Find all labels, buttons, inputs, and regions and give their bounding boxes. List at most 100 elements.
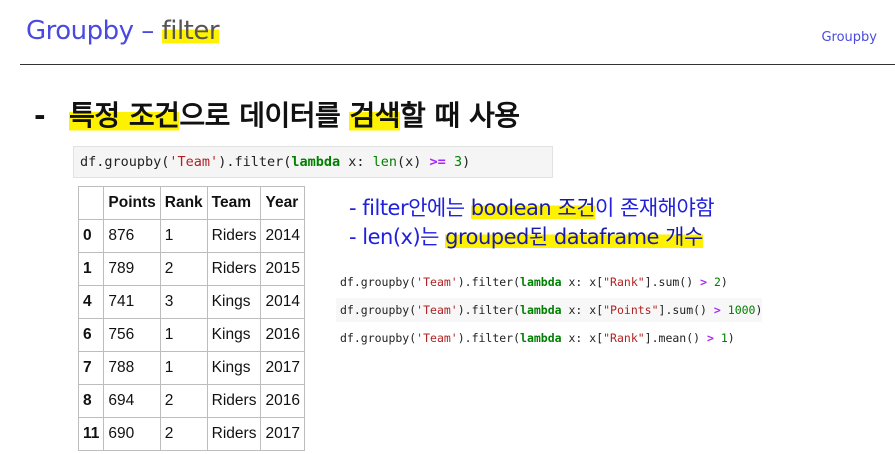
table-header-row: Points Rank Team Year [77, 186, 305, 220]
title-highlight: filter [161, 16, 220, 46]
table-cell: Riders [206, 219, 262, 253]
code-number: 3 [453, 154, 463, 170]
note-text: - len(x)는 [349, 225, 446, 249]
bullet-highlight-2: 검색 [349, 99, 401, 132]
row-index: 6 [77, 318, 105, 352]
note-text: 이 존재해야함 [595, 196, 715, 220]
code-string: "Rank" [603, 275, 645, 289]
code-token: ].sum() [658, 303, 714, 317]
code-token: x: x[ [561, 331, 604, 345]
table-cell: 2014 [260, 219, 305, 253]
code-builtin: len [372, 154, 398, 170]
table-cell: 1 [159, 351, 208, 385]
table-cell: 788 [103, 351, 161, 385]
table-row: 7 788 1 Kings 2017 [77, 351, 305, 385]
code-string: 'Team' [416, 303, 458, 317]
note-highlight: grouped된 dataframe 개수 [445, 225, 703, 249]
bullet-highlight-1: 특정 조건 [69, 99, 180, 132]
table-cell: 2014 [260, 285, 305, 319]
code-string: "Rank" [603, 331, 645, 345]
table-row: 11 690 2 Riders 2017 [77, 417, 305, 451]
code-token: ) [727, 331, 735, 345]
code-token: ).filter( [457, 303, 521, 317]
code-keyword: lambda [520, 331, 562, 345]
code-token: ).filter( [218, 154, 292, 170]
column-header: Points [103, 186, 161, 220]
code-token: ) [720, 275, 728, 289]
row-index: 1 [77, 252, 105, 286]
code-keyword: lambda [520, 303, 562, 317]
row-index: 0 [77, 219, 105, 253]
row-index: 7 [77, 351, 105, 385]
note-line-1: - filter안에는 boolean 조건이 존재해야함 [349, 194, 715, 223]
table-row: 8 694 2 Riders 2016 [77, 384, 305, 418]
table-cell: 2 [159, 417, 208, 451]
code-token: x: [340, 154, 373, 170]
table-cell: 741 [103, 285, 161, 319]
table-cell: 2017 [260, 417, 305, 451]
table-row: 0 876 1 Riders 2014 [77, 219, 305, 253]
code-token: x: x[ [561, 275, 604, 289]
code-token: df.groupby( [340, 275, 417, 289]
title-prefix: Groupby – [26, 16, 162, 46]
code-operator: > [700, 275, 707, 289]
bullet-text-2: 할 때 사용 [400, 99, 520, 132]
code-keyword: lambda [520, 275, 562, 289]
header-divider [20, 64, 895, 65]
row-index: 8 [77, 384, 105, 418]
note-text: - filter안에는 [349, 196, 471, 220]
code-operator: >= [429, 154, 446, 170]
code-string: "Points" [603, 303, 659, 317]
table-cell: 2016 [260, 384, 305, 418]
main-bullet: - 특정 조건으로 데이터를 검색할 때 사용 [34, 94, 520, 134]
table-cell: Kings [206, 285, 262, 319]
table-cell: 1 [159, 318, 208, 352]
table-cell: Riders [206, 252, 262, 286]
table-cell: 876 [103, 219, 161, 253]
code-token: ).filter( [457, 331, 521, 345]
code-example-1: df.groupby('Team').filter(lambda x: x["R… [336, 270, 762, 294]
code-string: 'Team' [169, 154, 219, 170]
table-row: 6 756 1 Kings 2016 [77, 318, 305, 352]
table-cell: 690 [103, 417, 161, 451]
table-cell: 2015 [260, 252, 305, 286]
note-highlight: boolean 조건 [470, 196, 596, 220]
code-token: ) [755, 303, 763, 317]
bullet-text-1: 으로 데이터를 [179, 99, 350, 132]
code-token: ) [462, 154, 471, 170]
notes-block: - filter안에는 boolean 조건이 존재해야함 - len(x)는 … [349, 194, 715, 252]
table-cell: 2017 [260, 351, 305, 385]
table-cell: Kings [206, 318, 262, 352]
slide-title: Groupby – filter [26, 16, 220, 46]
row-index: 4 [77, 285, 105, 319]
code-token: df.groupby( [340, 331, 417, 345]
table-cell: 3 [159, 285, 208, 319]
code-string: 'Team' [416, 331, 458, 345]
table-cell: 756 [103, 318, 161, 352]
table-cell: 2 [159, 384, 208, 418]
code-examples: df.groupby('Team').filter(lambda x: x["R… [336, 270, 763, 354]
code-operator: > [706, 331, 714, 345]
code-number: 1000 [727, 303, 756, 317]
table-cell: 2 [159, 252, 208, 286]
code-token: ).filter( [457, 275, 521, 289]
column-header: Rank [159, 186, 208, 220]
code-token: ].mean() [644, 331, 707, 345]
code-number: 1 [720, 331, 728, 345]
section-tag: Groupby [821, 30, 877, 45]
table-row: 4 741 3 Kings 2014 [77, 285, 305, 319]
table-cell: Riders [206, 384, 262, 418]
dataframe-table: Points Rank Team Year 0 876 1 Riders 201… [77, 186, 305, 451]
table-cell: Kings [206, 351, 262, 385]
code-example-2: df.groupby('Team').filter(lambda x: x["P… [336, 298, 763, 322]
code-token: df.groupby( [340, 303, 417, 317]
code-token: (x) [397, 154, 430, 170]
bullet-dash: - [34, 99, 46, 132]
column-header: Year [260, 186, 305, 220]
code-token: x: x[ [561, 303, 604, 317]
table-cell: 789 [103, 252, 161, 286]
